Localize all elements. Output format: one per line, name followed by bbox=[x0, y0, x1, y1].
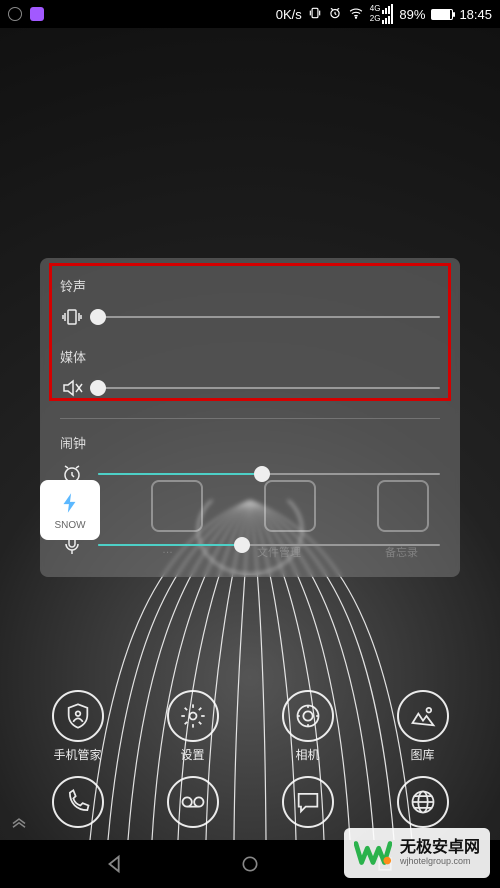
watermark-logo-icon bbox=[354, 834, 392, 872]
dock-contacts[interactable] bbox=[167, 776, 219, 828]
app-settings[interactable]: 设置 bbox=[155, 690, 231, 763]
shield-icon bbox=[64, 702, 92, 730]
dock-phone[interactable] bbox=[52, 776, 104, 828]
expand-icon[interactable] bbox=[10, 815, 28, 834]
battery-pct: 89% bbox=[399, 7, 425, 22]
vibrate-icon bbox=[308, 6, 322, 23]
camera-icon bbox=[294, 702, 322, 730]
app-camera[interactable]: 相机 bbox=[270, 690, 346, 763]
notif-icon bbox=[30, 7, 44, 21]
chat-icon bbox=[294, 788, 322, 816]
ghost-apps bbox=[120, 480, 460, 532]
battery-icon bbox=[431, 9, 453, 20]
app-phone-manager[interactable]: 手机管家 bbox=[40, 690, 116, 763]
globe-icon bbox=[409, 788, 437, 816]
wifi-icon bbox=[348, 6, 364, 23]
nav-home[interactable] bbox=[230, 844, 270, 884]
watermark: 无极安卓网 wjhotelgroup.com bbox=[344, 828, 490, 878]
alarm-icon bbox=[328, 6, 342, 23]
app-snow[interactable]: SNOW bbox=[40, 480, 100, 540]
nav-back[interactable] bbox=[95, 844, 135, 884]
ringtone-slider[interactable] bbox=[98, 316, 440, 318]
gear-icon bbox=[179, 702, 207, 730]
voicemail-icon bbox=[179, 788, 207, 816]
status-bar: 0K/s 4G 2G 89% 18:45 bbox=[0, 0, 500, 28]
status-time: 18:45 bbox=[459, 7, 492, 22]
mute-icon bbox=[60, 376, 84, 400]
phone-icon bbox=[64, 788, 92, 816]
dock-browser[interactable] bbox=[397, 776, 449, 828]
vibrate-icon bbox=[60, 305, 84, 329]
media-label: 媒体 bbox=[60, 347, 440, 366]
ringtone-label: 铃声 bbox=[60, 276, 440, 295]
net-speed: 0K/s bbox=[276, 7, 302, 22]
app-gallery[interactable]: 图库 bbox=[385, 690, 461, 763]
alarm-label: 闹钟 bbox=[60, 433, 440, 452]
alarm-slider[interactable] bbox=[98, 473, 440, 475]
gallery-icon bbox=[409, 702, 437, 730]
dock-messages[interactable] bbox=[282, 776, 334, 828]
snow-icon bbox=[57, 490, 83, 516]
notif-icon bbox=[8, 7, 22, 21]
media-slider[interactable] bbox=[98, 387, 440, 389]
